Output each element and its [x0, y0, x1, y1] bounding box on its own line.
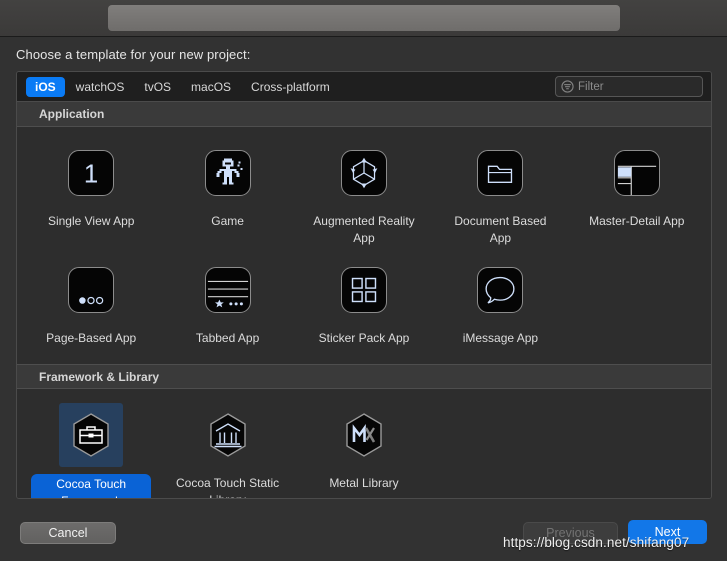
template-item-metal-library[interactable]: Metal Library [296, 403, 432, 498]
tabbed-app-icon [196, 258, 260, 322]
template-item-tabbed-app[interactable]: Tabbed App [159, 258, 295, 358]
master-detail-app-icon [605, 141, 669, 205]
template-label: Game [211, 214, 244, 228]
imessage-app-icon [468, 258, 532, 322]
platform-tabstrip: iOS watchOS tvOS macOS Cross-platform [17, 72, 711, 102]
template-label: Augmented Reality App [313, 214, 415, 245]
template-label: Cocoa Touch Static Library [176, 476, 280, 498]
metal-library-icon [332, 403, 396, 467]
platform-tab-watchos[interactable]: watchOS [67, 77, 134, 97]
template-item-document-based-app[interactable]: Document Based App [432, 141, 568, 258]
augmented-reality-app-icon [332, 141, 396, 205]
template-item-game[interactable]: Game [159, 141, 295, 258]
sticker-pack-app-icon [332, 258, 396, 322]
game-icon [196, 141, 260, 205]
section-body: 1 Single View App Game Augmented Reality… [17, 127, 711, 364]
template-item-master-detail-app[interactable]: Master-Detail App [569, 141, 705, 258]
template-item-imessage-app[interactable]: iMessage App [432, 258, 568, 358]
template-label: iMessage App [462, 331, 539, 345]
filter-input[interactable] [578, 80, 697, 93]
section-header-application: Application [17, 102, 711, 127]
filter-field[interactable] [555, 76, 703, 97]
cocoa-touch-framework-icon [59, 403, 124, 467]
platform-tabs: iOS watchOS tvOS macOS Cross-platform [17, 76, 339, 97]
template-grid: 1 Single View App Game Augmented Reality… [17, 127, 711, 364]
template-label: Master-Detail App [589, 214, 685, 228]
template-label: Tabbed App [195, 331, 260, 345]
window-titlebar [0, 0, 727, 37]
platform-tab-macos[interactable]: macOS [182, 77, 240, 97]
template-label: Page-Based App [46, 331, 137, 345]
template-chooser-panel: iOSwatchOStvOSmacOSCross-platform Applic… [16, 71, 712, 499]
template-item-augmented-reality-app[interactable]: Augmented Reality App [296, 141, 432, 258]
cocoa-touch-static-library-icon [196, 403, 260, 467]
template-label: Metal Library [329, 476, 399, 490]
template-label: Single View App [47, 214, 135, 228]
template-label: Sticker Pack App [318, 331, 410, 345]
platform-tab-ios[interactable]: iOS [26, 76, 65, 97]
single-view-app-icon: 1 [59, 141, 123, 205]
template-item-page-based-app[interactable]: Page-Based App [23, 258, 159, 358]
template-grid: Cocoa Touch Framework Cocoa Touch Static… [17, 389, 711, 498]
document-based-app-icon [468, 141, 532, 205]
template-sections: Application 1 Single View App Game Augme… [17, 102, 711, 498]
svg-text:1: 1 [84, 161, 98, 189]
platform-tab-tvos[interactable]: tvOS [135, 77, 180, 97]
page-title: Choose a template for your new project: [16, 47, 251, 62]
section-header-framework-library: Framework & Library [17, 364, 711, 389]
filter-icon [561, 80, 574, 93]
section-body: Cocoa Touch Framework Cocoa Touch Static… [17, 389, 711, 498]
template-item-single-view-app[interactable]: 1 Single View App [23, 141, 159, 258]
template-item-cocoa-touch-static-library[interactable]: Cocoa Touch Static Library [159, 403, 295, 498]
template-item-sticker-pack-app[interactable]: Sticker Pack App [296, 258, 432, 358]
platform-tab-cross-platform[interactable]: Cross-platform [242, 77, 339, 97]
template-item-cocoa-touch-framework[interactable]: Cocoa Touch Framework [23, 403, 159, 498]
cancel-button[interactable]: Cancel [20, 522, 116, 544]
titlebar-redacted-area [108, 5, 620, 31]
template-label: Document Based App [454, 214, 547, 245]
watermark-url: https://blog.csdn.net/shifang07 [503, 535, 690, 550]
template-label: Cocoa Touch Framework [31, 474, 152, 498]
page-based-app-icon [59, 258, 123, 322]
